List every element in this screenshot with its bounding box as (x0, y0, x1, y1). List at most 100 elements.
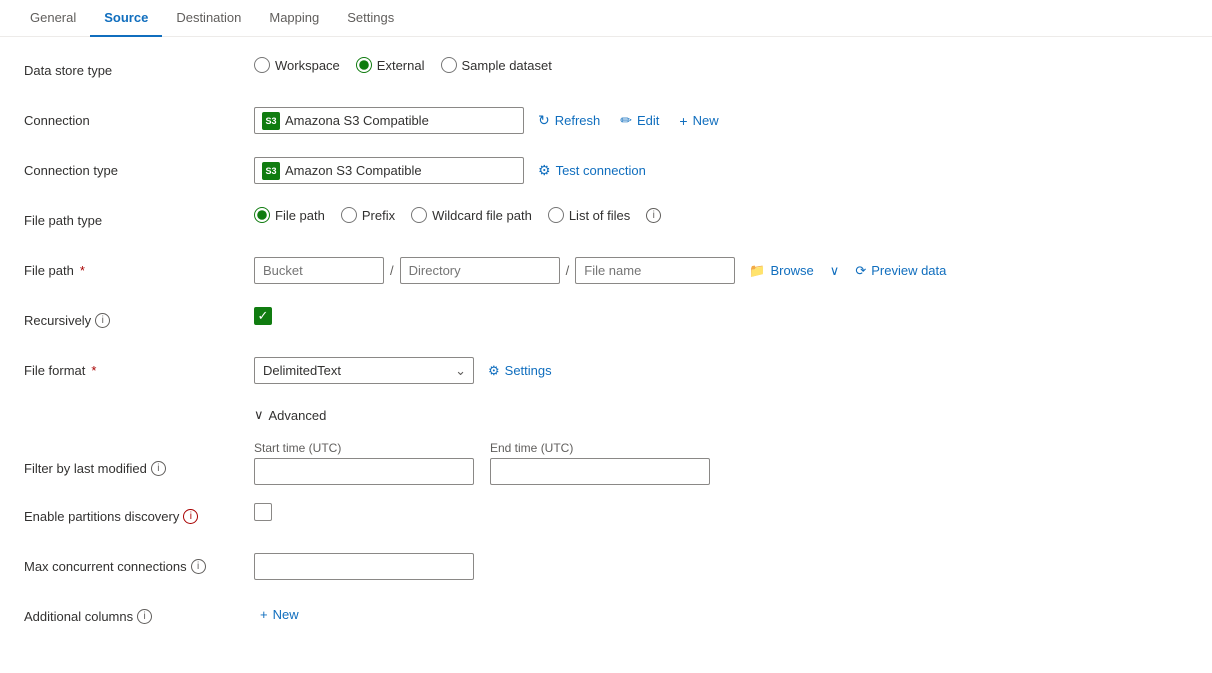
partitions-checkbox[interactable] (254, 503, 272, 521)
filter-inputs: Start time (UTC) End time (UTC) (254, 441, 710, 485)
file-format-select[interactable]: DelimitedText (254, 357, 474, 384)
additional-plus-icon: + (260, 607, 268, 622)
file-format-settings-button[interactable]: ⚙ Settings (482, 359, 558, 383)
test-connection-button[interactable]: ⚙ Test connection (532, 158, 652, 183)
new-button[interactable]: + New (673, 109, 724, 133)
connection-select[interactable]: Amazona S3 Compatible (254, 107, 524, 134)
settings-icon: ⚙ (488, 363, 500, 379)
directory-input[interactable] (400, 257, 560, 284)
file-format-required: * (91, 363, 96, 378)
connection-type-select-wrapper: S3 Amazon S3 Compatible (254, 157, 524, 184)
radio-filepath[interactable]: File path (254, 207, 325, 223)
radio-external-label: External (377, 58, 425, 73)
preview-data-button[interactable]: ⟳ Preview data (849, 259, 952, 283)
start-time-label: Start time (UTC) (254, 441, 474, 455)
file-path-label: File path* (24, 257, 254, 278)
browse-label: Browse (770, 263, 813, 278)
partitions-label: Enable partitions discovery i (24, 503, 254, 524)
radio-prefix-input[interactable] (341, 207, 357, 223)
tab-settings[interactable]: Settings (333, 0, 408, 37)
data-store-type-row: Data store type Workspace External Sampl… (24, 57, 1176, 89)
edit-button[interactable]: ✏ Edit (614, 108, 665, 133)
radio-workspace[interactable]: Workspace (254, 57, 340, 73)
browse-button[interactable]: 📁 Browse (743, 259, 820, 283)
max-connections-info-icon[interactable]: i (191, 559, 206, 574)
radio-prefix[interactable]: Prefix (341, 207, 395, 223)
radio-sample[interactable]: Sample dataset (441, 57, 552, 73)
end-time-field: End time (UTC) (490, 441, 710, 485)
recursively-row: Recursively i ✓ (24, 307, 1176, 339)
file-format-controls: DelimitedText ⚙ Settings (254, 357, 1176, 384)
new-label: New (693, 113, 719, 128)
file-path-type-label: File path type (24, 207, 254, 228)
tab-source[interactable]: Source (90, 0, 162, 37)
tab-mapping[interactable]: Mapping (255, 0, 333, 37)
connection-row: Connection S3 Amazona S3 Compatible ↻ Re… (24, 107, 1176, 139)
partitions-row: Enable partitions discovery i (24, 503, 1176, 535)
filter-controls: Start time (UTC) End time (UTC) (254, 441, 1176, 485)
additional-columns-row: Additional columns i + New (24, 603, 1176, 635)
radio-wildcard[interactable]: Wildcard file path (411, 207, 532, 223)
file-path-required: * (80, 263, 85, 278)
plus-icon: + (679, 113, 687, 129)
data-store-type-label: Data store type (24, 57, 254, 78)
additional-columns-info-icon[interactable]: i (137, 609, 152, 624)
filename-input[interactable] (575, 257, 735, 284)
additional-columns-controls: + New (254, 603, 1176, 626)
radio-prefix-label: Prefix (362, 208, 395, 223)
radio-workspace-input[interactable] (254, 57, 270, 73)
tab-destination[interactable]: Destination (162, 0, 255, 37)
filter-info-icon[interactable]: i (151, 461, 166, 476)
preview-icon: ⟳ (855, 263, 866, 279)
max-connections-input[interactable] (254, 553, 474, 580)
file-path-controls: / / 📁 Browse ∨ ⟳ Preview data (254, 257, 1176, 284)
tab-general[interactable]: General (16, 0, 90, 37)
file-path-type-controls: File path Prefix Wildcard file path List… (254, 207, 1176, 223)
edit-icon: ✏ (620, 112, 632, 129)
refresh-button[interactable]: ↻ Refresh (532, 108, 606, 133)
file-path-inputs: / / (254, 257, 735, 284)
file-format-select-wrapper: DelimitedText (254, 357, 474, 384)
radio-sample-input[interactable] (441, 57, 457, 73)
bucket-input[interactable] (254, 257, 384, 284)
form-content: Data store type Workspace External Sampl… (0, 37, 1200, 673)
advanced-toggle[interactable]: ∨ Advanced (254, 407, 1176, 423)
max-connections-controls (254, 553, 1176, 580)
radio-sample-label: Sample dataset (462, 58, 552, 73)
recursively-checkbox[interactable]: ✓ (254, 307, 272, 325)
additional-new-label: New (273, 607, 299, 622)
radio-external-input[interactable] (356, 57, 372, 73)
radio-filepath-input[interactable] (254, 207, 270, 223)
additional-columns-new-button[interactable]: + New (254, 603, 305, 626)
file-format-settings-label: Settings (505, 363, 552, 378)
end-time-label: End time (UTC) (490, 441, 710, 455)
start-time-input[interactable] (254, 458, 474, 485)
recursively-info-icon[interactable]: i (95, 313, 110, 328)
chevron-down-icon: ∨ (254, 407, 264, 423)
path-separator-1: / (390, 263, 394, 278)
tab-bar: General Source Destination Mapping Setti… (0, 0, 1212, 37)
radio-listoffiles-input[interactable] (548, 207, 564, 223)
connection-select-wrapper: S3 Amazona S3 Compatible (254, 107, 524, 134)
partitions-info-icon[interactable]: i (183, 509, 198, 524)
connection-type-select[interactable]: Amazon S3 Compatible (254, 157, 524, 184)
browse-dropdown-button[interactable]: ∨ (828, 259, 842, 283)
file-path-type-row: File path type File path Prefix Wildcard… (24, 207, 1176, 239)
radio-external[interactable]: External (356, 57, 425, 73)
test-icon: ⚙ (538, 162, 551, 179)
file-path-type-info-icon[interactable]: i (646, 208, 661, 223)
radio-listoffiles[interactable]: List of files (548, 207, 630, 223)
connection-type-label: Connection type (24, 157, 254, 178)
radio-wildcard-input[interactable] (411, 207, 427, 223)
radio-workspace-label: Workspace (275, 58, 340, 73)
end-time-input[interactable] (490, 458, 710, 485)
max-connections-row: Max concurrent connections i (24, 553, 1176, 585)
test-label: Test connection (556, 163, 646, 178)
file-path-row: File path* / / 📁 Browse ∨ ⟳ Preview data (24, 257, 1176, 289)
additional-columns-label: Additional columns i (24, 603, 254, 624)
path-separator-2: / (566, 263, 570, 278)
file-format-row: File format* DelimitedText ⚙ Settings (24, 357, 1176, 389)
edit-label: Edit (637, 113, 659, 128)
data-store-type-controls: Workspace External Sample dataset (254, 57, 1176, 73)
preview-label: Preview data (871, 263, 946, 278)
